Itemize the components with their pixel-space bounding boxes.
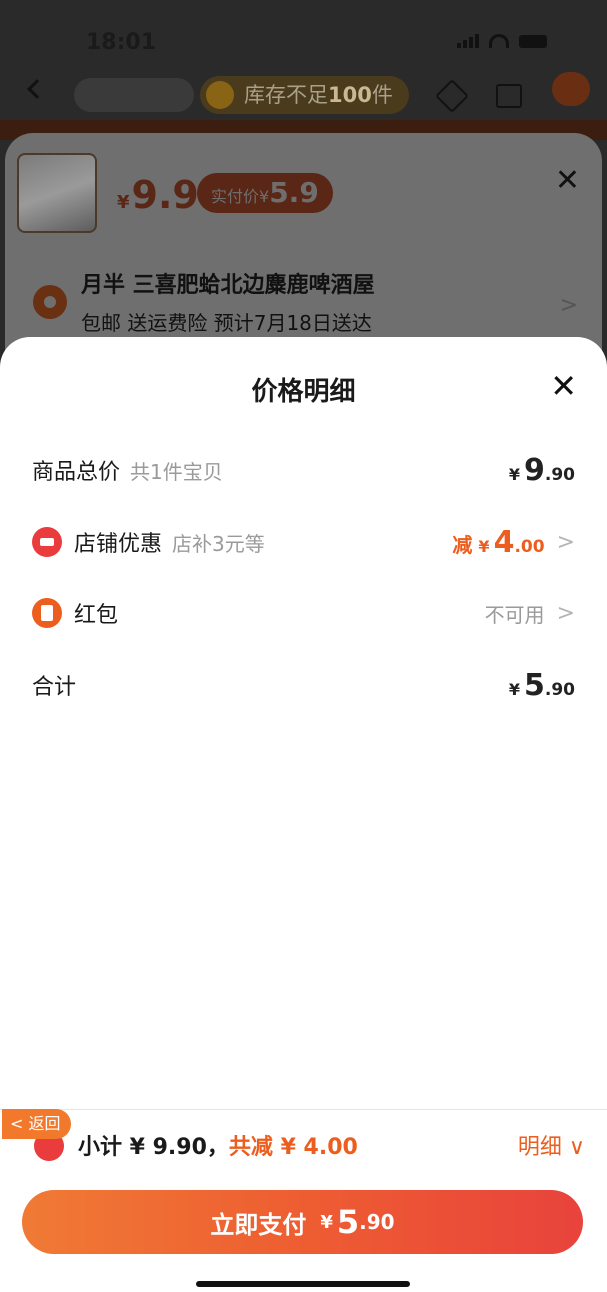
row-amount: 减 ¥4.00 <box>452 524 545 560</box>
product-thumbnail <box>17 153 97 233</box>
actual-price-pill: 实付价¥5.9 <box>197 173 333 213</box>
nav-search[interactable] <box>74 78 194 112</box>
divider <box>0 1109 607 1110</box>
nav-badge[interactable] <box>552 72 590 106</box>
sheet-title: 价格明细 <box>251 377 356 407</box>
row-shop-discount[interactable]: 店铺优惠 店补3元等 减 ¥4.00 > <box>32 522 575 562</box>
status-icons <box>457 34 547 48</box>
stock-warning-pill: 库存不足100件 <box>200 76 409 114</box>
shop-icon <box>32 527 62 557</box>
address-chevron-icon[interactable]: > <box>560 293 578 318</box>
row-sub: 店补3元等 <box>172 531 265 556</box>
cart-icon[interactable] <box>496 84 522 108</box>
pay-now-button[interactable]: 立即支付 ¥5.90 <box>22 1190 583 1254</box>
row-sum: 合计 ¥5.90 <box>32 665 575 705</box>
subtotal-text: 小计 ¥ 9.90，共减 ¥ 4.00 <box>78 1135 358 1160</box>
row-label: 店铺优惠 <box>74 532 163 557</box>
red-packet-icon <box>32 598 62 628</box>
chevron-right-icon: > <box>556 600 575 626</box>
address-name[interactable]: 月半 三喜肥蛤北边麋鹿啤酒屋 <box>81 267 375 299</box>
row-sub: 共1件宝贝 <box>130 459 223 484</box>
battery-icon <box>519 34 547 48</box>
row-amount: ¥9.90 <box>508 452 575 488</box>
status-time: 18:01 <box>86 30 157 55</box>
status-bar: 18:01 <box>0 0 607 80</box>
product-price: ¥9.9 <box>117 173 199 217</box>
home-indicator <box>196 1281 410 1287</box>
row-hongbao[interactable]: 红包 不可用 > <box>32 593 575 633</box>
row-label: 合计 <box>32 675 77 700</box>
row-label: 商品总价 <box>32 460 121 485</box>
row-label: 红包 <box>74 603 119 628</box>
share-icon[interactable] <box>435 79 469 113</box>
back-icon[interactable] <box>27 79 47 99</box>
order-close-icon[interactable]: ✕ <box>555 163 580 198</box>
delivery-info: 包邮 送运费险 预计7月18日送达 <box>81 311 372 335</box>
row-value: 不可用 <box>484 602 545 627</box>
signal-icon <box>457 34 479 48</box>
bell-icon <box>206 81 234 109</box>
detail-toggle-button[interactable]: 明细 ∨ <box>518 1129 585 1161</box>
nav-bar: 库存不足100件 <box>0 72 607 122</box>
close-icon[interactable]: ✕ <box>550 367 577 405</box>
row-amount: ¥5.90 <box>508 667 575 703</box>
wifi-icon <box>489 34 509 48</box>
return-button[interactable]: < 返回 <box>2 1109 71 1139</box>
chevron-right-icon: > <box>556 529 575 555</box>
location-pin-icon <box>33 285 67 319</box>
row-goods-total: 商品总价 共1件宝贝 ¥9.90 <box>32 450 575 490</box>
